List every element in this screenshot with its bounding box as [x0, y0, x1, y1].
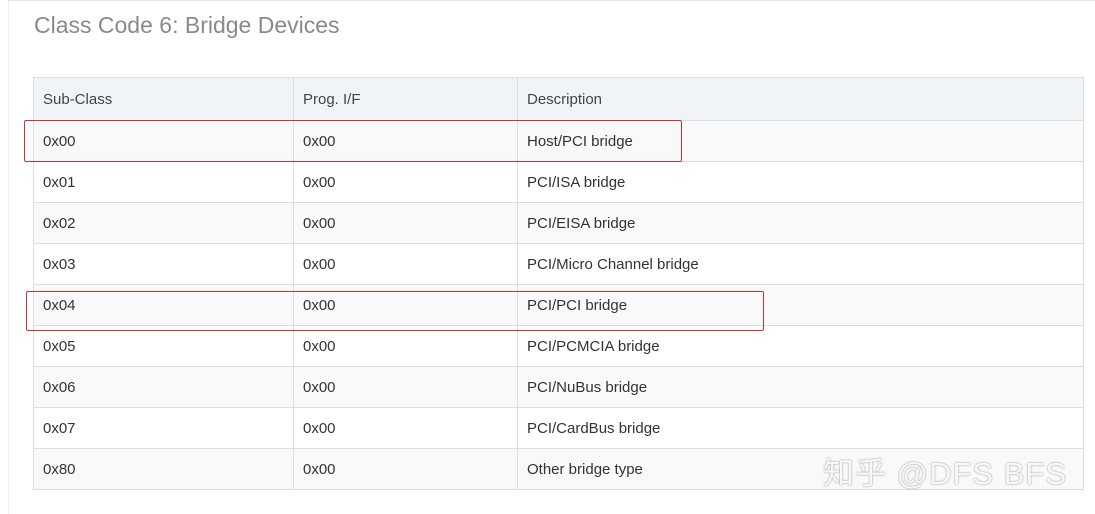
cell-prog-if: 0x00	[293, 202, 518, 244]
table-row: 0x07 0x00 PCI/CardBus bridge	[33, 407, 1084, 449]
cell-description: PCI/NuBus bridge	[517, 366, 1084, 408]
cell-subclass: 0x05	[33, 325, 294, 367]
cell-prog-if: 0x00	[293, 325, 518, 367]
column-header-prog-if: Prog. I/F	[293, 77, 518, 121]
section-heading: Class Code 6: Bridge Devices	[34, 12, 340, 38]
cell-description: PCI/EISA bridge	[517, 202, 1084, 244]
table-header-row: Sub-Class Prog. I/F Description	[33, 77, 1084, 121]
cell-prog-if: 0x00	[293, 284, 518, 326]
cell-prog-if: 0x00	[293, 366, 518, 408]
bridge-devices-table: Sub-Class Prog. I/F Description 0x00 0x0…	[33, 77, 1084, 490]
cell-subclass: 0x06	[33, 366, 294, 408]
column-header-description: Description	[517, 77, 1084, 121]
cell-description: Host/PCI bridge	[517, 120, 1084, 162]
table-row: 0x01 0x00 PCI/ISA bridge	[33, 161, 1084, 203]
cell-subclass: 0x07	[33, 407, 294, 449]
zhihu-watermark: 知乎 @DFS BFS	[823, 456, 1067, 491]
cell-prog-if: 0x00	[293, 120, 518, 162]
cell-subclass: 0x80	[33, 448, 294, 490]
cell-prog-if: 0x00	[293, 243, 518, 285]
cell-description: PCI/PCI bridge	[517, 284, 1084, 326]
table-row: 0x03 0x00 PCI/Micro Channel bridge	[33, 243, 1084, 285]
cell-description: PCI/PCMCIA bridge	[517, 325, 1084, 367]
cell-subclass: 0x03	[33, 243, 294, 285]
cell-subclass: 0x04	[33, 284, 294, 326]
cell-prog-if: 0x00	[293, 161, 518, 203]
cell-description: PCI/Micro Channel bridge	[517, 243, 1084, 285]
cell-prog-if: 0x00	[293, 407, 518, 449]
table-row: 0x04 0x00 PCI/PCI bridge	[33, 284, 1084, 326]
cell-description: PCI/ISA bridge	[517, 161, 1084, 203]
cell-description: PCI/CardBus bridge	[517, 407, 1084, 449]
cell-prog-if: 0x00	[293, 448, 518, 490]
cell-subclass: 0x01	[33, 161, 294, 203]
table-row: 0x00 0x00 Host/PCI bridge	[33, 120, 1084, 162]
table-row: 0x06 0x00 PCI/NuBus bridge	[33, 366, 1084, 408]
column-header-subclass: Sub-Class	[33, 77, 294, 121]
table-row: 0x02 0x00 PCI/EISA bridge	[33, 202, 1084, 244]
cell-subclass: 0x00	[33, 120, 294, 162]
table-row: 0x05 0x00 PCI/PCMCIA bridge	[33, 325, 1084, 367]
cell-subclass: 0x02	[33, 202, 294, 244]
